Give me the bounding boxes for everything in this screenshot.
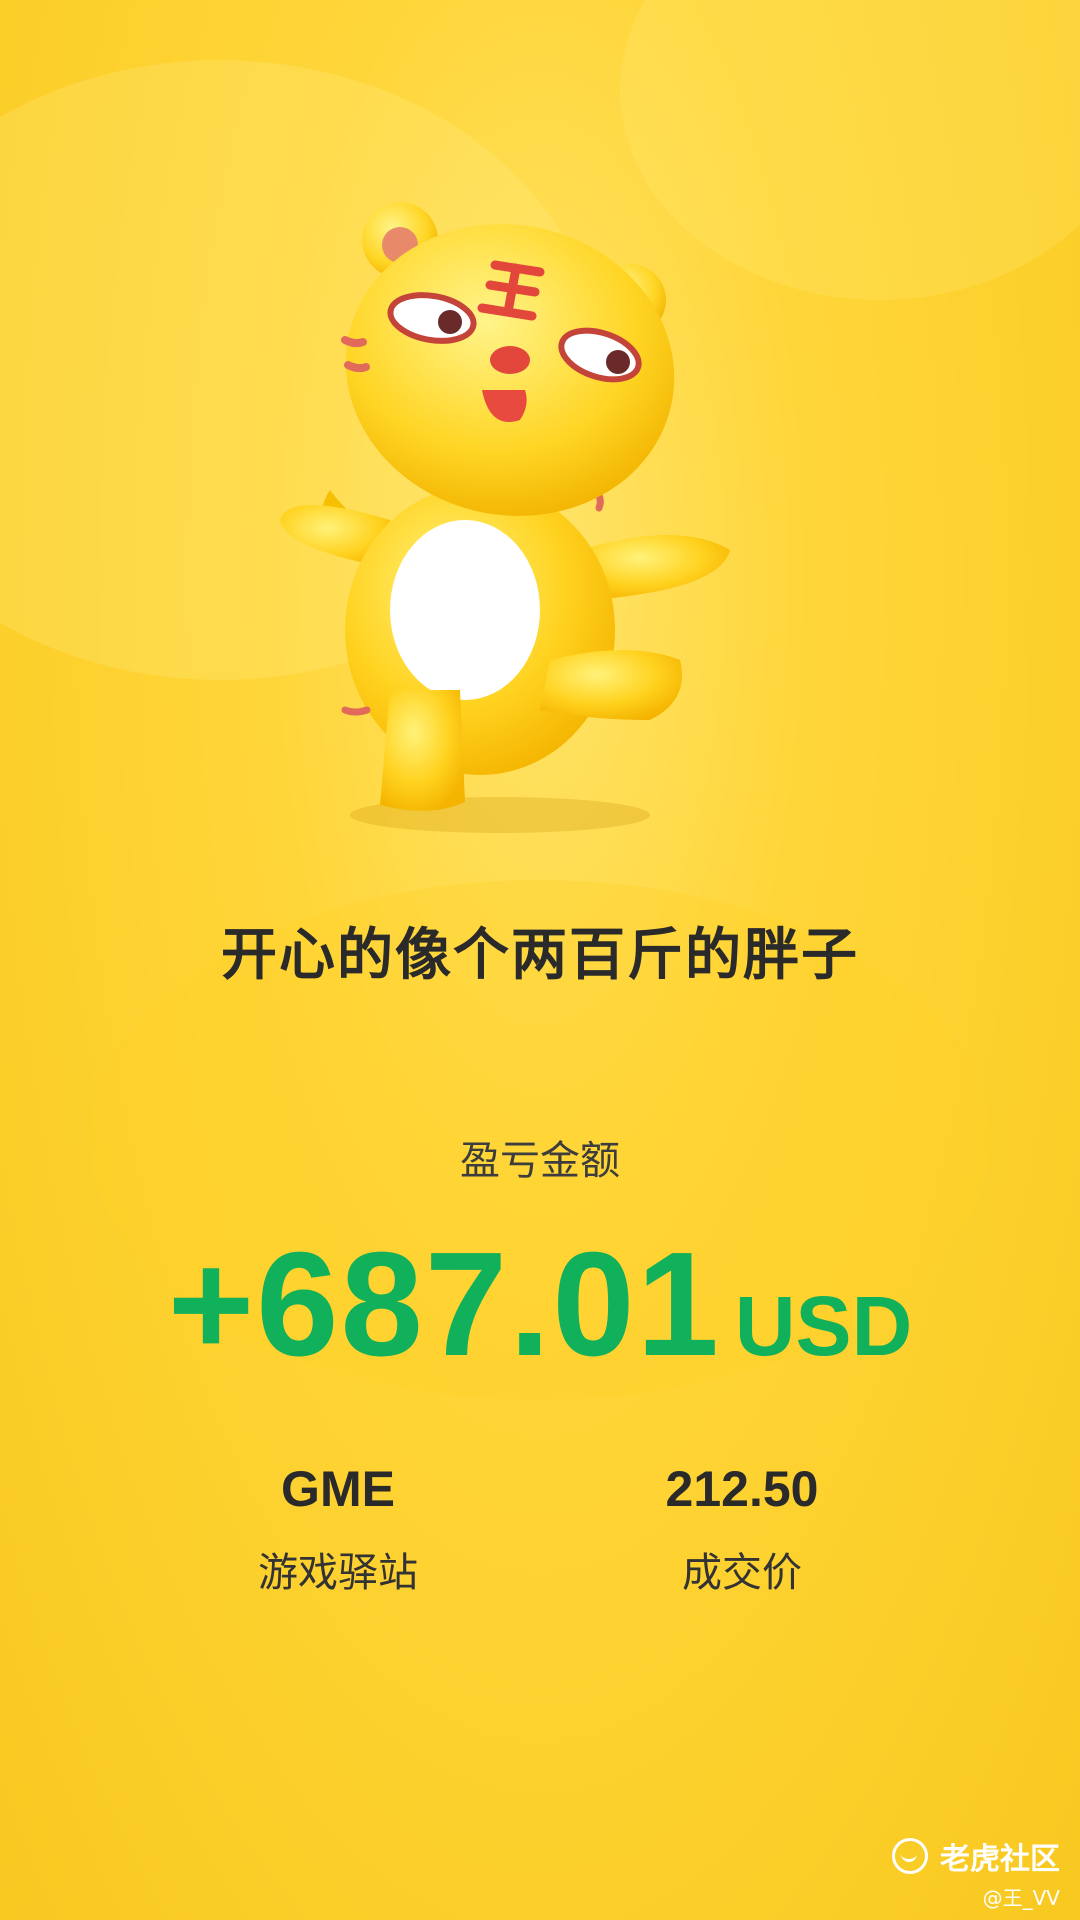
trade-price-info: 212.50 成交价 bbox=[562, 1460, 922, 1598]
brand-name: 老虎社区 bbox=[940, 1842, 1060, 1877]
stock-info: GME 游戏驿站 bbox=[158, 1460, 518, 1598]
trade-price-value: 212.50 bbox=[665, 1461, 819, 1517]
tiger-mascot-icon bbox=[280, 202, 730, 833]
smile-circle-icon bbox=[892, 1838, 928, 1874]
profit-loss-currency: USD bbox=[734, 1279, 913, 1373]
mood-headline: 开心的像个两百斤的胖子 bbox=[221, 923, 859, 988]
watermark-brand: 老虎社区 bbox=[892, 1834, 1060, 1878]
profit-loss-value: +687.01 bbox=[167, 1222, 721, 1387]
profit-loss-amount: +687.01 USD bbox=[0, 1220, 1080, 1390]
share-card: 开心的像个两百斤的胖子 盈亏金额 +687.01 USD GME 游戏驿站 212… bbox=[0, 0, 1080, 1920]
trade-price-label: 成交价 bbox=[682, 1550, 802, 1596]
stock-name: 游戏驿站 bbox=[258, 1550, 418, 1596]
watermark-handle: @王_VV bbox=[982, 1886, 1060, 1910]
profit-loss-label: 盈亏金额 bbox=[460, 1138, 620, 1184]
stock-symbol: GME bbox=[281, 1461, 395, 1517]
